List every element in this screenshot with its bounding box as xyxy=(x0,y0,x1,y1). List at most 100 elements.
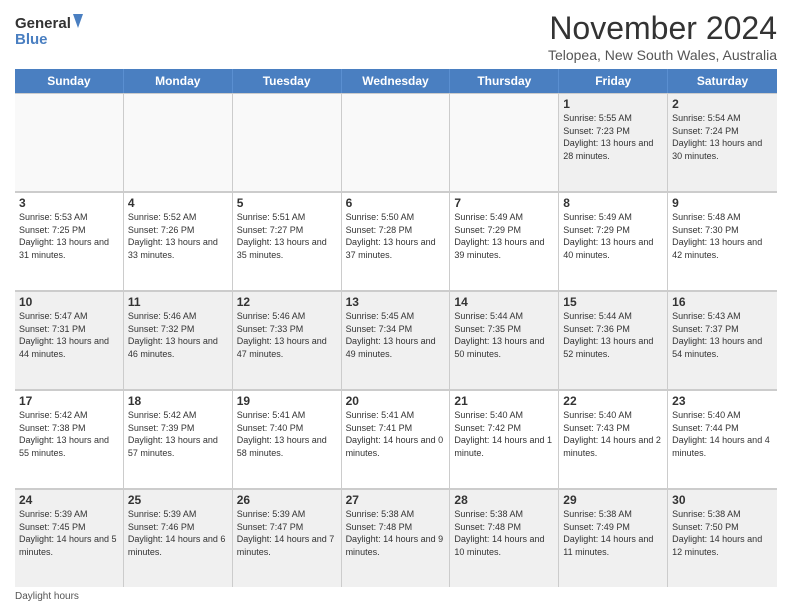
cal-header-day: Thursday xyxy=(450,69,559,93)
day-number: 6 xyxy=(346,196,446,210)
day-info: Sunrise: 5:40 AM Sunset: 7:44 PM Dayligh… xyxy=(672,409,773,459)
day-info: Sunrise: 5:49 AM Sunset: 7:29 PM Dayligh… xyxy=(563,211,663,261)
calendar-cell: 12Sunrise: 5:46 AM Sunset: 7:33 PM Dayli… xyxy=(233,291,342,389)
calendar-cell: 26Sunrise: 5:39 AM Sunset: 7:47 PM Dayli… xyxy=(233,489,342,587)
day-info: Sunrise: 5:46 AM Sunset: 7:32 PM Dayligh… xyxy=(128,310,228,360)
day-number: 26 xyxy=(237,493,337,507)
calendar-cell: 8Sunrise: 5:49 AM Sunset: 7:29 PM Daylig… xyxy=(559,192,668,290)
day-number: 21 xyxy=(454,394,554,408)
calendar-cell: 14Sunrise: 5:44 AM Sunset: 7:35 PM Dayli… xyxy=(450,291,559,389)
calendar-cell: 30Sunrise: 5:38 AM Sunset: 7:50 PM Dayli… xyxy=(668,489,777,587)
svg-text:Blue: Blue xyxy=(15,31,48,48)
calendar-cell: 19Sunrise: 5:41 AM Sunset: 7:40 PM Dayli… xyxy=(233,390,342,488)
day-info: Sunrise: 5:38 AM Sunset: 7:49 PM Dayligh… xyxy=(563,508,663,558)
day-number: 19 xyxy=(237,394,337,408)
day-info: Sunrise: 5:54 AM Sunset: 7:24 PM Dayligh… xyxy=(672,112,773,162)
day-info: Sunrise: 5:48 AM Sunset: 7:30 PM Dayligh… xyxy=(672,211,773,261)
calendar-cell xyxy=(450,93,559,191)
calendar-week-row: 1Sunrise: 5:55 AM Sunset: 7:23 PM Daylig… xyxy=(15,93,777,192)
day-number: 4 xyxy=(128,196,228,210)
calendar-cell: 20Sunrise: 5:41 AM Sunset: 7:41 PM Dayli… xyxy=(342,390,451,488)
day-number: 9 xyxy=(672,196,773,210)
calendar-cell: 4Sunrise: 5:52 AM Sunset: 7:26 PM Daylig… xyxy=(124,192,233,290)
calendar-cell: 17Sunrise: 5:42 AM Sunset: 7:38 PM Dayli… xyxy=(15,390,124,488)
calendar-body: 1Sunrise: 5:55 AM Sunset: 7:23 PM Daylig… xyxy=(15,93,777,587)
calendar-cell: 16Sunrise: 5:43 AM Sunset: 7:37 PM Dayli… xyxy=(668,291,777,389)
day-number: 12 xyxy=(237,295,337,309)
day-number: 16 xyxy=(672,295,773,309)
day-number: 15 xyxy=(563,295,663,309)
day-number: 13 xyxy=(346,295,446,309)
day-info: Sunrise: 5:45 AM Sunset: 7:34 PM Dayligh… xyxy=(346,310,446,360)
day-info: Sunrise: 5:44 AM Sunset: 7:36 PM Dayligh… xyxy=(563,310,663,360)
day-info: Sunrise: 5:51 AM Sunset: 7:27 PM Dayligh… xyxy=(237,211,337,261)
calendar-week-row: 10Sunrise: 5:47 AM Sunset: 7:31 PM Dayli… xyxy=(15,291,777,390)
footer: Daylight hours xyxy=(15,591,777,602)
day-number: 30 xyxy=(672,493,773,507)
calendar-cell: 28Sunrise: 5:38 AM Sunset: 7:48 PM Dayli… xyxy=(450,489,559,587)
calendar-cell: 15Sunrise: 5:44 AM Sunset: 7:36 PM Dayli… xyxy=(559,291,668,389)
day-info: Sunrise: 5:38 AM Sunset: 7:50 PM Dayligh… xyxy=(672,508,773,558)
day-info: Sunrise: 5:44 AM Sunset: 7:35 PM Dayligh… xyxy=(454,310,554,360)
day-number: 22 xyxy=(563,394,663,408)
day-info: Sunrise: 5:41 AM Sunset: 7:40 PM Dayligh… xyxy=(237,409,337,459)
calendar-cell: 11Sunrise: 5:46 AM Sunset: 7:32 PM Dayli… xyxy=(124,291,233,389)
calendar-week-row: 24Sunrise: 5:39 AM Sunset: 7:45 PM Dayli… xyxy=(15,489,777,587)
calendar-cell: 2Sunrise: 5:54 AM Sunset: 7:24 PM Daylig… xyxy=(668,93,777,191)
day-info: Sunrise: 5:55 AM Sunset: 7:23 PM Dayligh… xyxy=(563,112,663,162)
day-info: Sunrise: 5:46 AM Sunset: 7:33 PM Dayligh… xyxy=(237,310,337,360)
calendar-cell: 29Sunrise: 5:38 AM Sunset: 7:49 PM Dayli… xyxy=(559,489,668,587)
cal-header-day: Tuesday xyxy=(233,69,342,93)
calendar-cell: 9Sunrise: 5:48 AM Sunset: 7:30 PM Daylig… xyxy=(668,192,777,290)
day-info: Sunrise: 5:43 AM Sunset: 7:37 PM Dayligh… xyxy=(672,310,773,360)
day-info: Sunrise: 5:49 AM Sunset: 7:29 PM Dayligh… xyxy=(454,211,554,261)
calendar-cell: 3Sunrise: 5:53 AM Sunset: 7:25 PM Daylig… xyxy=(15,192,124,290)
day-number: 5 xyxy=(237,196,337,210)
calendar-cell: 24Sunrise: 5:39 AM Sunset: 7:45 PM Dayli… xyxy=(15,489,124,587)
day-info: Sunrise: 5:39 AM Sunset: 7:46 PM Dayligh… xyxy=(128,508,228,558)
calendar-cell: 27Sunrise: 5:38 AM Sunset: 7:48 PM Dayli… xyxy=(342,489,451,587)
logo-svg: General Blue xyxy=(15,10,85,55)
day-info: Sunrise: 5:53 AM Sunset: 7:25 PM Dayligh… xyxy=(19,211,119,261)
day-number: 27 xyxy=(346,493,446,507)
cal-header-day: Wednesday xyxy=(342,69,451,93)
calendar-cell: 23Sunrise: 5:40 AM Sunset: 7:44 PM Dayli… xyxy=(668,390,777,488)
calendar-header-row: SundayMondayTuesdayWednesdayThursdayFrid… xyxy=(15,69,777,93)
day-number: 14 xyxy=(454,295,554,309)
day-info: Sunrise: 5:50 AM Sunset: 7:28 PM Dayligh… xyxy=(346,211,446,261)
day-number: 20 xyxy=(346,394,446,408)
calendar-cell xyxy=(15,93,124,191)
day-info: Sunrise: 5:42 AM Sunset: 7:38 PM Dayligh… xyxy=(19,409,119,459)
cal-header-day: Sunday xyxy=(15,69,124,93)
day-info: Sunrise: 5:38 AM Sunset: 7:48 PM Dayligh… xyxy=(346,508,446,558)
day-number: 29 xyxy=(563,493,663,507)
daylight-label: Daylight hours xyxy=(15,591,79,602)
day-info: Sunrise: 5:42 AM Sunset: 7:39 PM Dayligh… xyxy=(128,409,228,459)
calendar-week-row: 3Sunrise: 5:53 AM Sunset: 7:25 PM Daylig… xyxy=(15,192,777,291)
calendar-cell: 22Sunrise: 5:40 AM Sunset: 7:43 PM Dayli… xyxy=(559,390,668,488)
day-number: 17 xyxy=(19,394,119,408)
cal-header-day: Friday xyxy=(559,69,668,93)
cal-header-day: Saturday xyxy=(668,69,777,93)
page: General Blue November 2024 Telopea, New … xyxy=(0,0,792,612)
day-number: 7 xyxy=(454,196,554,210)
calendar-cell: 18Sunrise: 5:42 AM Sunset: 7:39 PM Dayli… xyxy=(124,390,233,488)
calendar-cell xyxy=(124,93,233,191)
day-number: 2 xyxy=(672,97,773,111)
calendar-cell xyxy=(342,93,451,191)
calendar-cell: 1Sunrise: 5:55 AM Sunset: 7:23 PM Daylig… xyxy=(559,93,668,191)
day-number: 25 xyxy=(128,493,228,507)
cal-header-day: Monday xyxy=(124,69,233,93)
calendar-week-row: 17Sunrise: 5:42 AM Sunset: 7:38 PM Dayli… xyxy=(15,390,777,489)
day-number: 11 xyxy=(128,295,228,309)
calendar-cell: 5Sunrise: 5:51 AM Sunset: 7:27 PM Daylig… xyxy=(233,192,342,290)
logo: General Blue xyxy=(15,10,85,55)
day-number: 3 xyxy=(19,196,119,210)
day-info: Sunrise: 5:40 AM Sunset: 7:42 PM Dayligh… xyxy=(454,409,554,459)
day-info: Sunrise: 5:39 AM Sunset: 7:45 PM Dayligh… xyxy=(19,508,119,558)
calendar-cell xyxy=(233,93,342,191)
day-number: 24 xyxy=(19,493,119,507)
day-number: 1 xyxy=(563,97,663,111)
calendar-cell: 10Sunrise: 5:47 AM Sunset: 7:31 PM Dayli… xyxy=(15,291,124,389)
day-number: 23 xyxy=(672,394,773,408)
